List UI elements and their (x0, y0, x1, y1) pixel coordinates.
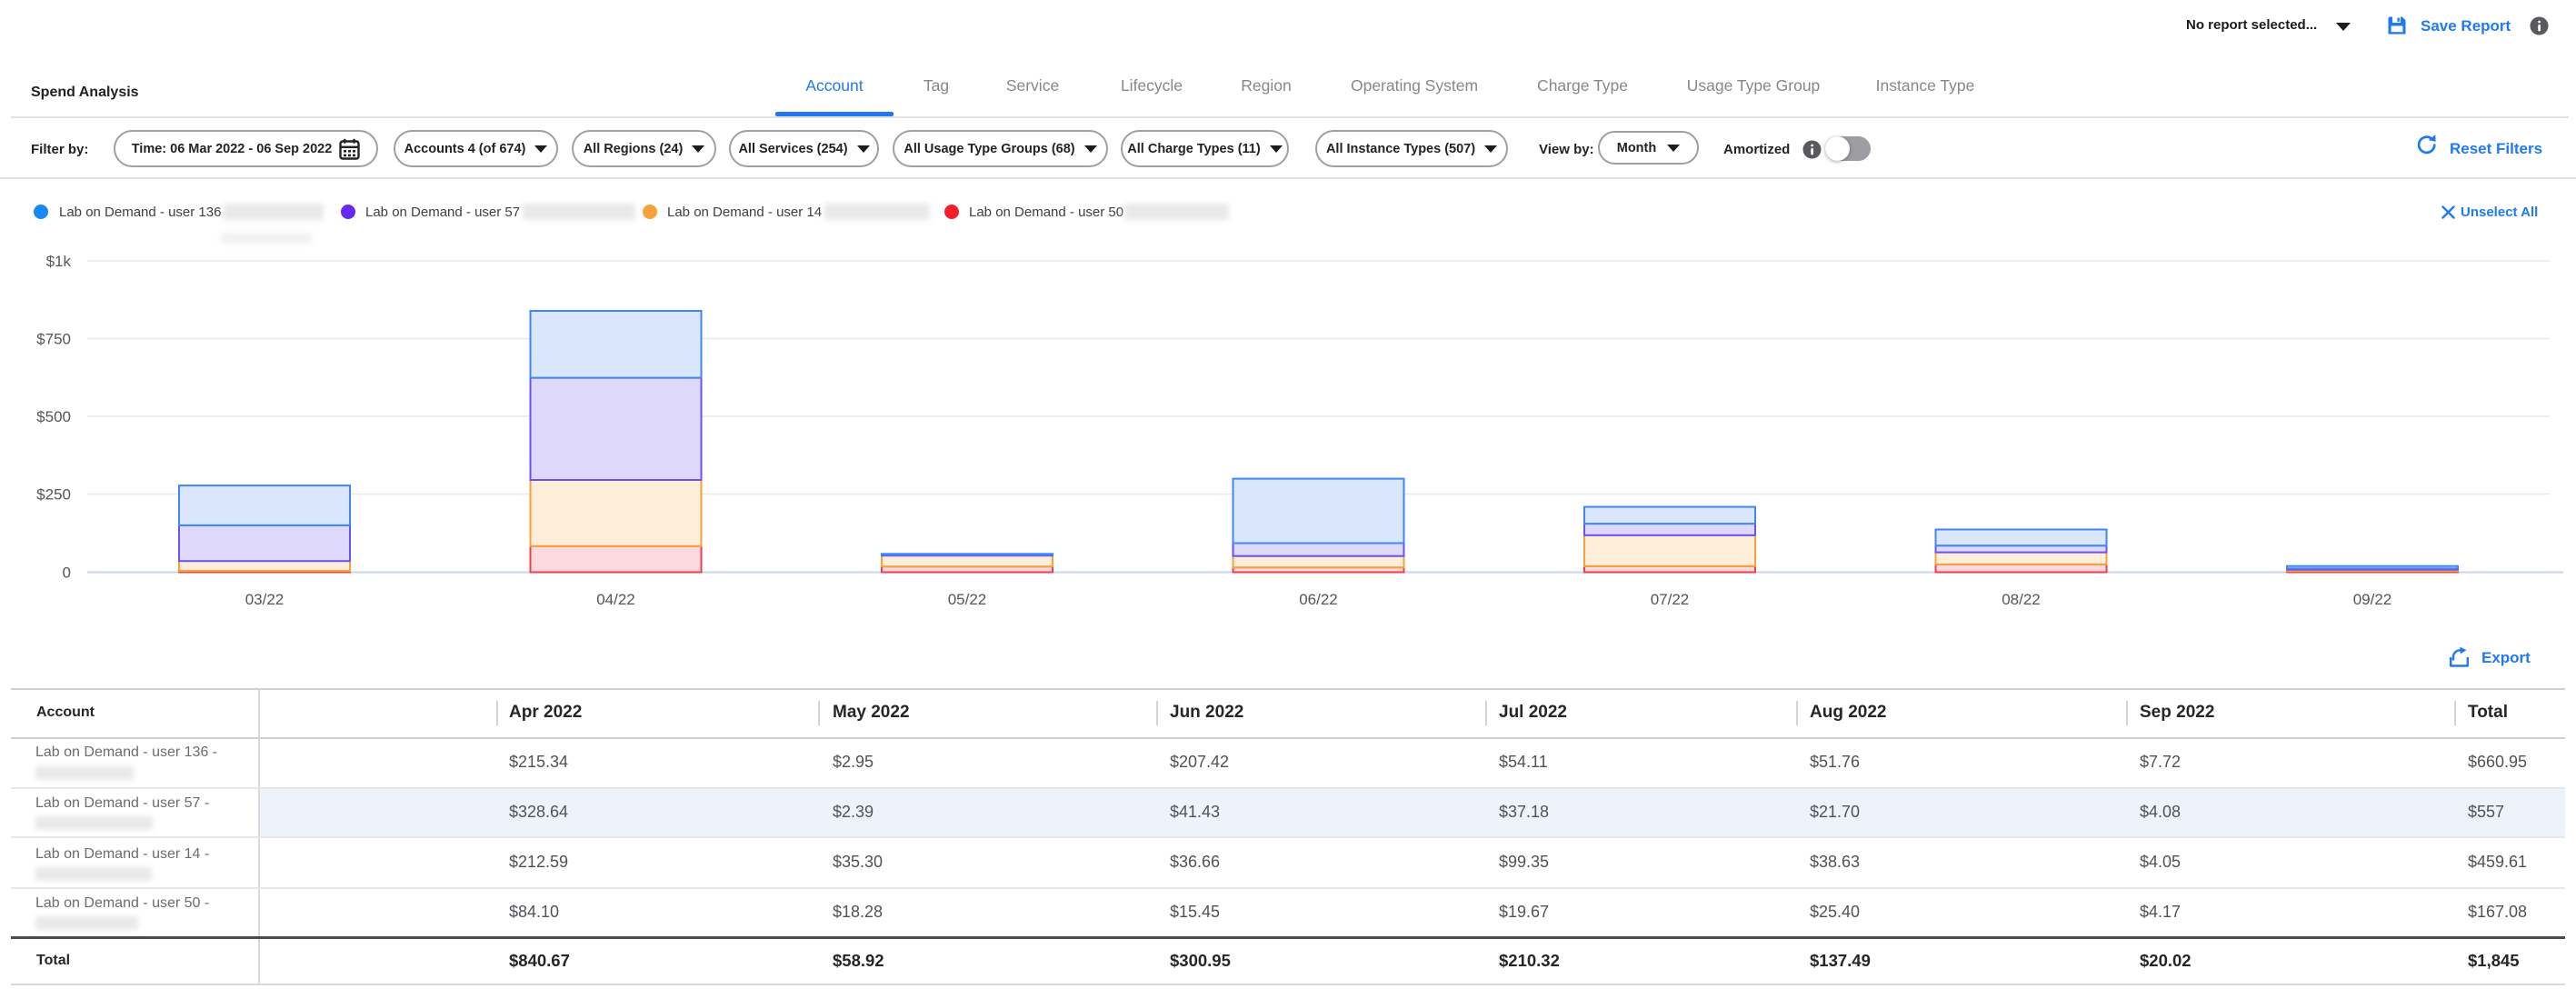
svg-text:07/22: 07/22 (1651, 591, 1690, 608)
svg-text:03/22: 03/22 (245, 591, 285, 608)
svg-text:$1k: $1k (46, 253, 72, 270)
svg-text:$250: $250 (36, 486, 71, 504)
svg-text:05/22: 05/22 (948, 591, 987, 608)
svg-text:0: 0 (63, 564, 71, 582)
svg-text:$750: $750 (36, 331, 71, 348)
svg-text:$500: $500 (36, 408, 71, 425)
svg-text:09/22: 09/22 (2353, 591, 2392, 608)
svg-text:08/22: 08/22 (2002, 591, 2041, 608)
svg-text:04/22: 04/22 (596, 591, 635, 608)
svg-text:06/22: 06/22 (1299, 591, 1338, 608)
